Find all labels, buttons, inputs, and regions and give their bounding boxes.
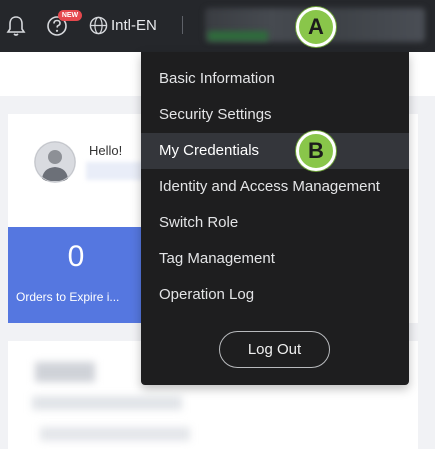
user-silhouette-icon [34, 141, 76, 183]
right-panel-edge [408, 114, 418, 323]
lower-card-line-redacted [32, 396, 182, 410]
orders-to-expire-label: Orders to Expire i... [16, 290, 120, 304]
menu-item-my-credentials[interactable]: My Credentials [141, 133, 409, 169]
lower-card-title-redacted [35, 362, 95, 382]
avatar[interactable] [34, 141, 76, 183]
language-selector[interactable]: Intl-EN [111, 16, 157, 35]
account-indicator-redacted [208, 31, 268, 41]
menu-item-operation-log[interactable]: Operation Log [141, 277, 409, 313]
top-navigation-bar: NEW Intl-EN [0, 0, 435, 52]
new-badge: NEW [58, 10, 82, 21]
menu-item-switch-role[interactable]: Switch Role [141, 205, 409, 241]
menu-item-basic-information[interactable]: Basic Information [141, 61, 409, 97]
divider [182, 16, 183, 34]
lower-card-line-redacted [40, 427, 190, 441]
orders-to-expire-count: 0 [67, 240, 85, 273]
bell-icon[interactable] [6, 15, 26, 37]
menu-item-tag-management[interactable]: Tag Management [141, 241, 409, 277]
account-dropdown-menu: Basic Information Security Settings My C… [141, 52, 409, 385]
menu-item-security-settings[interactable]: Security Settings [141, 97, 409, 133]
globe-icon[interactable] [89, 16, 108, 35]
log-out-button[interactable]: Log Out [219, 331, 330, 368]
menu-item-identity-access-management[interactable]: Identity and Access Management [141, 169, 409, 205]
greeting-text: Hello! [89, 143, 123, 158]
annotation-marker-b: B [296, 131, 336, 171]
annotation-marker-a: A [296, 7, 336, 47]
